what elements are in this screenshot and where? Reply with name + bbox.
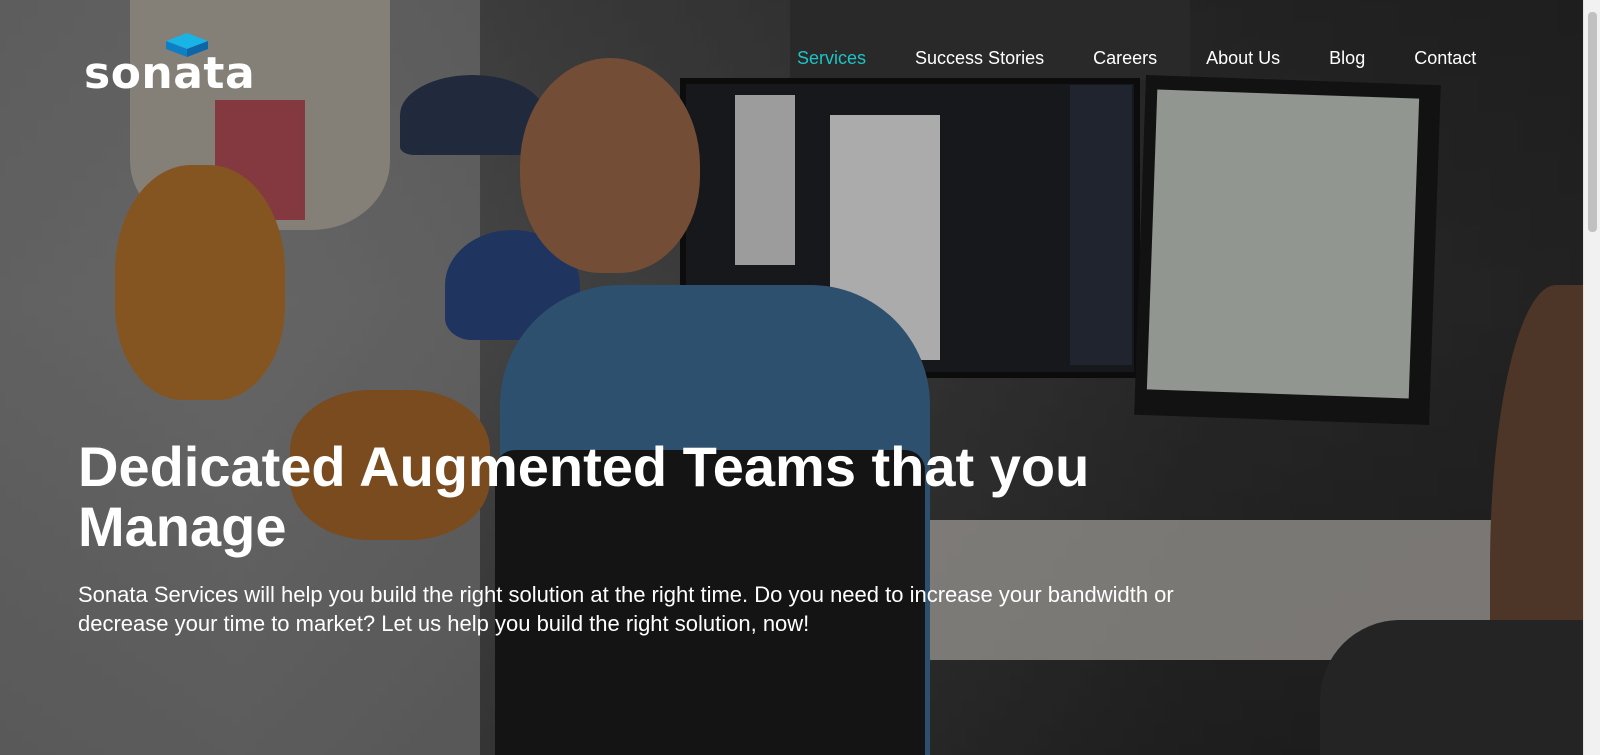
nav-item-careers[interactable]: Careers xyxy=(1093,48,1157,69)
scrollbar-thumb[interactable] xyxy=(1588,12,1597,232)
main-navigation: Services Success Stories Careers About U… xyxy=(797,48,1476,69)
nav-item-success-stories[interactable]: Success Stories xyxy=(915,48,1044,69)
nav-item-contact[interactable]: Contact xyxy=(1414,48,1476,69)
page-scrollbar[interactable] xyxy=(1583,0,1600,755)
hero-background-image xyxy=(0,0,1583,755)
sonata-logo[interactable]: sonata xyxy=(84,30,255,99)
nav-item-services[interactable]: Services xyxy=(797,48,866,69)
hero-title: Dedicated Augmented Teams that you Manag… xyxy=(78,435,1090,558)
hero-subtitle: Sonata Services will help you build the … xyxy=(78,582,1174,636)
nav-item-about-us[interactable]: About Us xyxy=(1206,48,1280,69)
logo-wordmark: sonata xyxy=(84,48,256,99)
nav-item-blog[interactable]: Blog xyxy=(1329,48,1365,69)
page-viewport: sonata Services Success Stories Careers … xyxy=(0,0,1583,755)
